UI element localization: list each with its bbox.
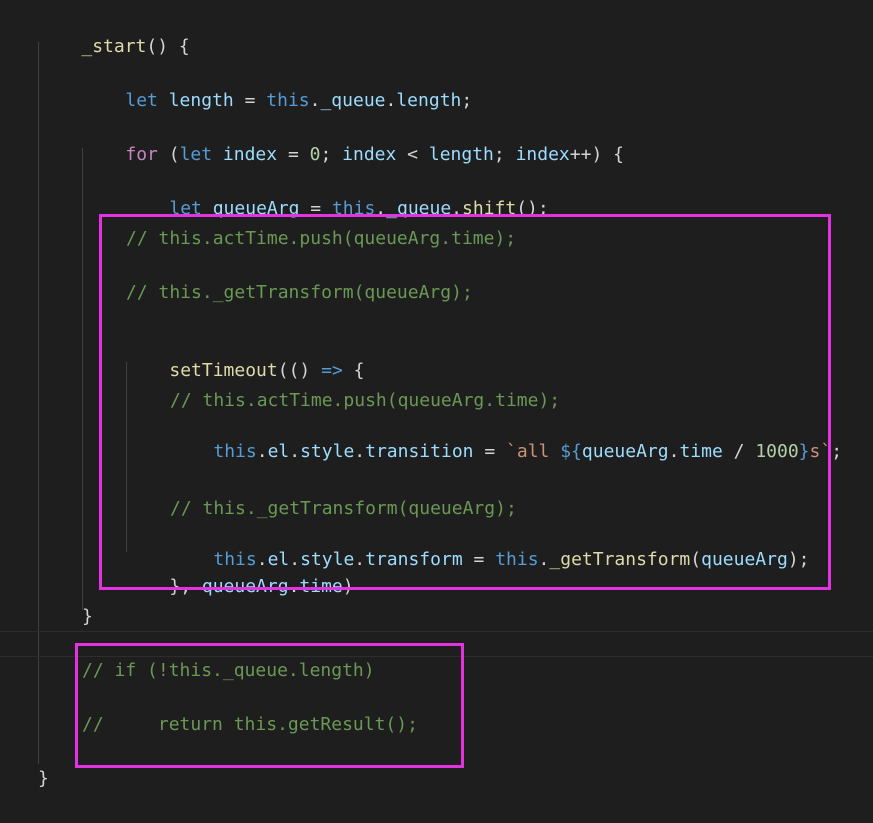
- code-line-13[interactable]: }: [82, 605, 93, 629]
- indent-guide: [82, 148, 83, 610]
- code-line-1[interactable]: _start() {: [38, 11, 189, 57]
- code-line-3[interactable]: for (let index = 0; index < length; inde…: [82, 119, 624, 165]
- code-line-2[interactable]: let length = this._queue.length;: [82, 65, 472, 111]
- code-line-16[interactable]: }: [38, 767, 49, 791]
- highlight-box-settimeout-block: [99, 214, 831, 590]
- current-line-border: [0, 631, 873, 632]
- method-name: _start: [81, 36, 147, 57]
- highlight-box-if-comment-block: [75, 643, 464, 768]
- code-editor[interactable]: _start() { let length = this._queue.leng…: [0, 0, 873, 823]
- code-line-4[interactable]: let queueArg = this._queue.shift();: [126, 173, 548, 219]
